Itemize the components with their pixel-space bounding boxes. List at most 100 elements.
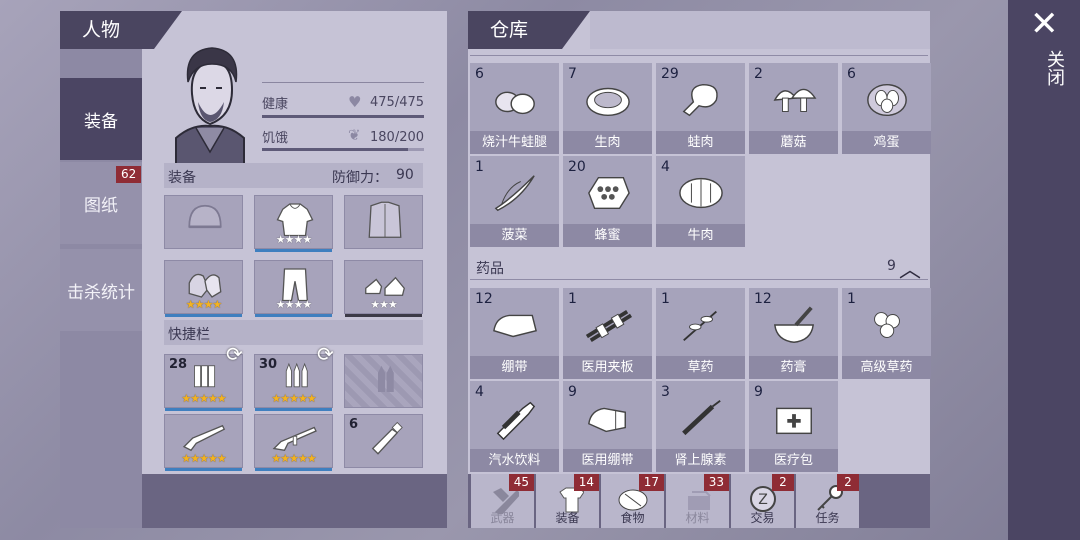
bottom-tab-1[interactable]: 装备 14 xyxy=(536,474,599,528)
empty-ammo-slot-icon xyxy=(378,365,394,392)
food-item-card[interactable]: 7 生肉 xyxy=(563,63,652,154)
defense-label: 防御力： xyxy=(332,170,388,186)
swap-icon[interactable]: ⟳ xyxy=(317,342,334,366)
character-portrait xyxy=(162,42,258,164)
collapse-chevron-icon[interactable]: ︿ xyxy=(899,252,921,284)
medkit-icon xyxy=(775,407,812,435)
close-button[interactable]: ✕ 关闭 xyxy=(1008,0,1080,110)
durability-bar xyxy=(165,408,242,411)
medicine-item-card[interactable]: 3 肾上腺素 xyxy=(656,381,745,472)
quickbar-slot[interactable] xyxy=(344,354,423,408)
health-value: 475/475 xyxy=(370,95,425,110)
food-item-card[interactable]: 1 菠菜 xyxy=(470,156,559,247)
bottom-tab-label: 武器 xyxy=(490,511,515,525)
jacket-icon xyxy=(368,201,402,238)
equipment-slot[interactable]: ★★★★ xyxy=(254,195,333,252)
equipment-slot[interactable]: ★★★★ xyxy=(254,260,333,317)
item-count: 9 xyxy=(754,384,763,400)
equipment-slot[interactable]: ★★★★ xyxy=(164,260,243,317)
item-name: 蘑菇 xyxy=(749,131,838,154)
bottom-tab-label: 材料 xyxy=(685,511,710,525)
frog-legs-icon xyxy=(494,91,535,115)
close-icon[interactable]: ✕ xyxy=(1030,4,1059,44)
bandage-icon xyxy=(492,314,537,338)
food-item-card[interactable]: 4 牛肉 xyxy=(656,156,745,247)
item-name: 药膏 xyxy=(749,356,838,379)
bottom-tab-badge: 2 xyxy=(837,474,859,491)
tab-equipment[interactable]: 装备 xyxy=(60,78,142,160)
food-item-card[interactable]: 2 蘑菇 xyxy=(749,63,838,154)
medicine-item-card[interactable]: 9 医疗包 xyxy=(749,381,838,472)
food-item-card[interactable]: 20 蜂蜜 xyxy=(563,156,652,247)
medicine-item-card[interactable]: 9 医用绷带 xyxy=(563,381,652,472)
bottom-tab-label: 交易 xyxy=(750,511,775,525)
spinach-icon xyxy=(494,175,535,212)
medicine-item-card[interactable]: 1 高级草药 xyxy=(842,288,931,379)
medicine-item-card[interactable]: 12 药膏 xyxy=(749,288,838,379)
item-count: 6 xyxy=(475,66,484,82)
rarity-stars: ★★★★★ xyxy=(271,392,316,405)
bottom-tab-badge: 33 xyxy=(703,474,729,491)
food-item-card[interactable]: 6 鸡蛋 xyxy=(842,63,931,154)
svg-text:Z: Z xyxy=(758,492,768,508)
food-item-card[interactable]: 29 蛙肉 xyxy=(656,63,745,154)
drumstick-icon xyxy=(682,83,718,117)
swap-icon[interactable]: ⟳ xyxy=(226,342,243,366)
quickbar-label: 快捷栏 xyxy=(168,327,210,343)
bottom-tab-4[interactable]: Z 交易 2 xyxy=(731,474,794,528)
item-count: 1 xyxy=(568,291,577,307)
quickbar-slot[interactable]: 6 xyxy=(344,414,423,468)
equipment-slot[interactable]: ★★★ xyxy=(344,260,423,317)
close-label[interactable]: 关闭 xyxy=(1041,50,1067,86)
item-count: 28 xyxy=(169,357,188,372)
item-count: 6 xyxy=(349,417,359,432)
item-name: 草药 xyxy=(656,356,745,379)
character-footer xyxy=(142,474,447,528)
tab-kill-stats[interactable]: 击杀统计 xyxy=(60,249,142,331)
medicine-item-card[interactable]: 12 绷带 xyxy=(470,288,559,379)
quickbar-slot[interactable]: ★★★★★ xyxy=(254,414,333,471)
splint-icon xyxy=(585,309,632,342)
medicine-item-card[interactable]: 1 草药 xyxy=(656,288,745,379)
item-count: 6 xyxy=(847,66,856,82)
beef-icon xyxy=(678,177,723,209)
rarity-stars: ★★★★★ xyxy=(271,452,316,465)
eggs-icon xyxy=(866,83,907,117)
medicine-item-card[interactable]: 4 汽水饮料 xyxy=(470,381,559,472)
item-name: 医用绷带 xyxy=(563,449,652,472)
food-item-card[interactable]: 6 烧汁牛蛙腿 xyxy=(470,63,559,154)
item-name: 医用夹板 xyxy=(563,356,652,379)
hunger-label: 饥饿 xyxy=(262,131,289,146)
equipment-label: 装备 xyxy=(168,170,196,186)
item-count: 7 xyxy=(568,66,577,82)
bottom-tab-3[interactable]: 材料 33 xyxy=(666,474,729,528)
rarity-stars: ★★★★ xyxy=(185,298,222,311)
item-count: 4 xyxy=(661,159,670,175)
bottom-tab-label: 装备 xyxy=(555,511,580,525)
medicine-section-header xyxy=(470,255,928,280)
durability-bar xyxy=(255,468,332,471)
rarity-stars: ★★★★★ xyxy=(181,392,226,405)
item-count: 1 xyxy=(475,159,484,175)
equipment-slot[interactable] xyxy=(164,195,243,249)
quickbar-slot[interactable]: ★★★★★ xyxy=(164,414,243,471)
durability-bar xyxy=(255,408,332,411)
rarity-stars: ★★★★ xyxy=(275,233,312,246)
durability-bar xyxy=(345,314,422,317)
stats-divider xyxy=(262,82,424,83)
bottom-tab-0[interactable]: 武器 45 xyxy=(471,474,534,528)
item-name: 牛肉 xyxy=(656,224,745,247)
durability-bar xyxy=(255,314,332,317)
rarity-stars: ★★★★ xyxy=(275,298,312,311)
item-name: 蜂蜜 xyxy=(563,224,652,247)
item-name: 绷带 xyxy=(470,356,559,379)
medicine-count: 9 xyxy=(887,258,896,274)
raw-meat-icon xyxy=(585,87,630,117)
bottom-tab-2[interactable]: 食物 17 xyxy=(601,474,664,528)
durability-bar xyxy=(165,468,242,471)
bottom-tab-5[interactable]: 任务 2 xyxy=(796,474,859,528)
bottom-tab-label: 任务 xyxy=(815,511,840,525)
item-count: 1 xyxy=(661,291,670,307)
medicine-item-card[interactable]: 1 医用夹板 xyxy=(563,288,652,379)
equipment-slot[interactable] xyxy=(344,195,423,249)
